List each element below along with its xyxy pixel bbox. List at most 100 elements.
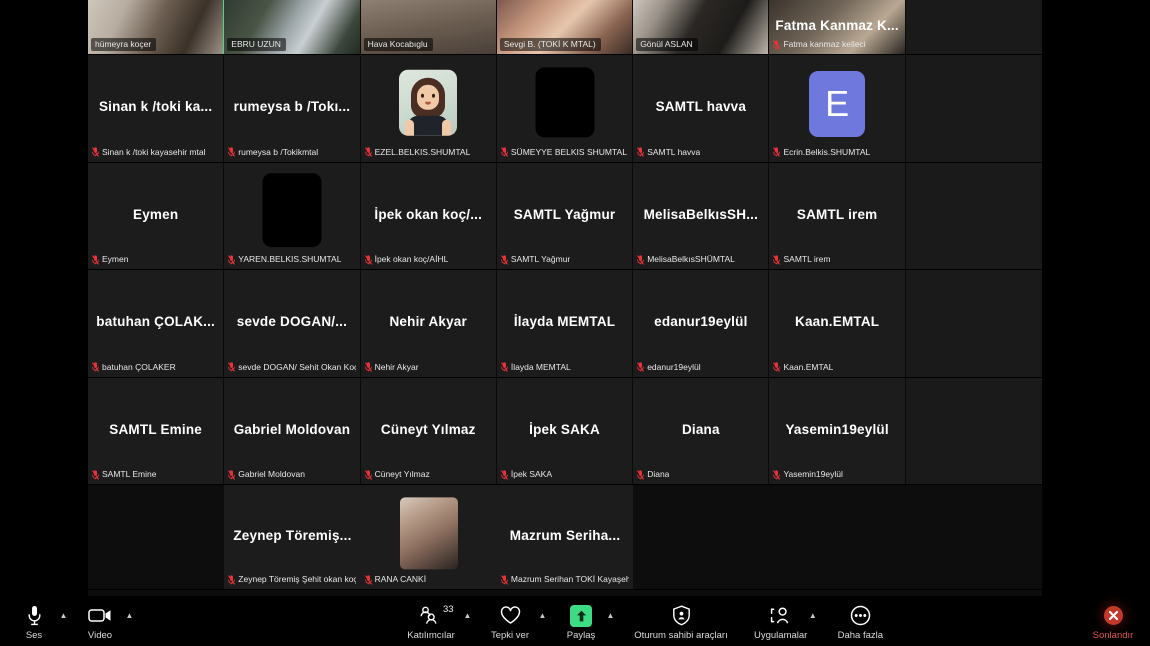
- participant-name-label: EBRU UZUN: [227, 38, 286, 51]
- participant-name-text: SAMTL irem: [783, 254, 831, 264]
- participant-display-name: Mazrum Seriha...: [509, 528, 621, 543]
- video-label: Video: [87, 629, 113, 641]
- end-call-icon: [1103, 605, 1123, 627]
- participant-tile[interactable]: Nehir Akyar Nehir Akyar: [360, 270, 497, 377]
- participant-tile[interactable]: Mazrum Seriha... Mazrum Serihan TOKİ Kaya…: [496, 485, 634, 589]
- participant-name-text: Sevgi B. (TOKİ K MTAL): [503, 39, 596, 49]
- participant-tile[interactable]: SAMTL Emine SAMTL Emine: [88, 377, 225, 484]
- participant-display-name: Zeynep Töremiş...: [233, 528, 352, 543]
- participant-name-text: YAREN.BELKIS.SHUMTAL: [238, 254, 342, 264]
- participant-tile[interactable]: EBRU UZUN: [224, 0, 361, 54]
- reactions-chevron-icon[interactable]: ▲: [538, 611, 547, 620]
- participant-name-label: İpek SAKA: [500, 469, 552, 480]
- shield-icon: [672, 605, 691, 627]
- participant-tile[interactable]: sevde DOGAN/... sevde DOGAN/ Sehit Okan K…: [224, 270, 361, 377]
- gallery-row: hümeyra koçer EBRU UZUN Hava Kocabıglu Sevg…: [88, 0, 1042, 55]
- mic-muted-icon: [637, 254, 645, 265]
- participant-tile[interactable]: İlayda MEMTAL İlayda MEMTAL: [496, 270, 634, 377]
- participant-tile[interactable]: YAREN.BELKIS.SHUMTAL: [224, 162, 361, 269]
- participant-name-text: SAMTL havva: [647, 146, 701, 157]
- participant-name-label: hümeyra koçer: [91, 38, 157, 51]
- participant-tile[interactable]: Kaan.EMTAL Kaan.EMTAL: [769, 270, 906, 377]
- participant-tile[interactable]: Gabriel Moldovan Gabriel Moldovan: [224, 377, 361, 484]
- mic-muted-icon: [228, 254, 236, 265]
- participant-tile[interactable]: İpek okan koç/... İpek okan koç/AİHL: [360, 162, 497, 269]
- participant-tile[interactable]: Gönül ASLAN: [633, 0, 770, 54]
- participant-tile[interactable]: Cüneyt Yılmaz Cüneyt Yılmaz: [360, 377, 497, 484]
- zoom-meeting-window: hümeyra koçer EBRU UZUN Hava Kocabıglu Sevg…: [0, 0, 1150, 646]
- participant-name-text: MelisaBelkısSHÜMTAL: [647, 254, 735, 264]
- audio-label: Ses: [25, 629, 43, 641]
- participant-name-text: Diana: [647, 469, 670, 479]
- participant-tile[interactable]: batuhan ÇOLAK... batuhan ÇOLAKER: [88, 270, 225, 377]
- end-meeting-button[interactable]: Sonlandır: [1082, 600, 1144, 643]
- participant-name-label: edanur19eylül: [637, 361, 701, 373]
- participant-name-text: rumeysa b /Tokikmtal: [238, 146, 319, 157]
- participant-tile[interactable]: Hava Kocabıglu: [360, 0, 497, 54]
- participant-display-name: batuhan ÇOLAK...: [96, 314, 215, 330]
- participant-tile[interactable]: edanur19eylül edanur19eylül: [633, 270, 770, 377]
- participant-name-label: sevde DOGAN/ Sehit Okan Koç ...: [228, 362, 356, 373]
- participant-display-name: Yasemin19eylül: [785, 421, 889, 437]
- audio-options-chevron-icon[interactable]: ▲: [59, 611, 68, 620]
- participants-chevron-icon[interactable]: ▲: [463, 611, 472, 620]
- participant-tile[interactable]: Sevgi B. (TOKİ K MTAL): [496, 0, 634, 54]
- apps-label: Uygulamalar: [754, 629, 808, 641]
- host-tools-button[interactable]: Oturum sahibi araçları: [626, 600, 736, 643]
- participant-tile[interactable]: SÜMEYYE BELKIS SHUMTAL: [496, 55, 634, 162]
- participant-name-label: rumeysa b /Tokikmtal: [228, 147, 318, 158]
- share-screen-icon: [570, 604, 592, 627]
- participant-tile[interactable]: SAMTL Yağmur SAMTL Yağmur: [496, 162, 634, 269]
- participant-name-label: Mazrum Serihan TOKİ Kayaşehi...: [500, 574, 629, 585]
- participant-name-text: Yasemin19eylül: [783, 469, 843, 479]
- participant-tile[interactable]: Yasemin19eylül Yasemin19eylül: [769, 377, 906, 484]
- share-screen-button[interactable]: Paylaş ▲: [558, 600, 614, 643]
- apps-icon: [769, 605, 792, 627]
- mic-muted-icon: [364, 254, 372, 265]
- toolbar-left-group: Ses ▲ Video ▲: [0, 600, 133, 643]
- participant-tile[interactable]: Zeynep Töremiş... Zeynep Töremiş Şehit ok…: [224, 485, 361, 589]
- participant-name-label: SAMTL havva: [637, 147, 700, 158]
- participants-button[interactable]: 33 Katılımcılar ▲: [400, 600, 471, 643]
- participant-tile[interactable]: RANA CANKİ: [360, 485, 497, 589]
- audio-button[interactable]: Ses ▲: [8, 600, 67, 643]
- participant-tile[interactable]: Eymen Eymen: [88, 162, 225, 269]
- participant-tile[interactable]: hümeyra koçer: [88, 0, 225, 54]
- participant-tile[interactable]: EZEL.BELKIS.SHUMTAL: [360, 55, 497, 162]
- mic-muted-icon: [773, 147, 781, 157]
- more-button[interactable]: Daha fazla: [829, 600, 891, 643]
- reactions-button[interactable]: Tepki ver ▲: [482, 600, 546, 643]
- apps-button[interactable]: Uygulamalar ▲: [748, 600, 817, 643]
- participant-name-text: edanur19eylül: [647, 361, 701, 372]
- participant-tile[interactable]: SAMTL havva SAMTL havva: [633, 55, 770, 162]
- apps-chevron-icon[interactable]: ▲: [808, 611, 817, 620]
- participant-display-name: İpek SAKA: [529, 421, 600, 437]
- participants-label: Katılımcılar: [407, 629, 455, 641]
- participant-tile[interactable]: Fatma Kanmaz K... Fatma kanmaz kelleci: [769, 0, 906, 54]
- participant-name-text: batuhan ÇOLAKER: [102, 361, 176, 372]
- participant-tile[interactable]: Sinan k /toki ka... Sinan k /toki kayaseh…: [88, 55, 225, 162]
- video-button[interactable]: Video ▲: [74, 600, 133, 643]
- share-chevron-icon[interactable]: ▲: [606, 611, 615, 620]
- video-options-chevron-icon[interactable]: ▲: [125, 611, 134, 620]
- participant-tile[interactable]: E Ecrin.Belkis.SHUMTAL: [769, 55, 906, 162]
- avatar: E: [809, 71, 866, 138]
- participant-tile[interactable]: MelisaBelkısSH... MelisaBelkısSHÜMTAL: [633, 162, 770, 269]
- microphone-icon: [27, 605, 42, 627]
- participant-display-name: Cüneyt Yılmaz: [380, 421, 476, 437]
- participant-tile[interactable]: Diana Diana: [633, 377, 770, 484]
- participant-name-label: Kaan.EMTAL: [773, 362, 833, 373]
- participant-display-name: SAMTL Emine: [109, 421, 202, 437]
- participant-tile[interactable]: rumeysa b /Tokı... rumeysa b /Tokikmtal: [224, 55, 361, 162]
- meeting-toolbar: Ses ▲ Video ▲ 33 Katılımcılar ▲ Tepki ve…: [0, 596, 1150, 646]
- participant-tile[interactable]: SAMTL irem SAMTL irem: [769, 162, 906, 269]
- participant-name-label: Zeynep Töremiş Şehit okan koç: [228, 574, 356, 585]
- participant-display-name: Sinan k /toki ka...: [98, 99, 213, 115]
- participant-name-label: İpek okan koç/AİHL: [364, 254, 448, 265]
- participant-name-label: SAMTL irem: [773, 254, 830, 265]
- mic-muted-icon: [364, 362, 372, 372]
- mic-muted-icon: [773, 39, 781, 50]
- participant-tile[interactable]: İpek SAKA İpek SAKA: [496, 377, 634, 484]
- toolbar-center-group: 33 Katılımcılar ▲ Tepki ver ▲ Paylaş ▲ O…: [400, 600, 891, 643]
- share-screen-label: Paylaş: [566, 629, 596, 641]
